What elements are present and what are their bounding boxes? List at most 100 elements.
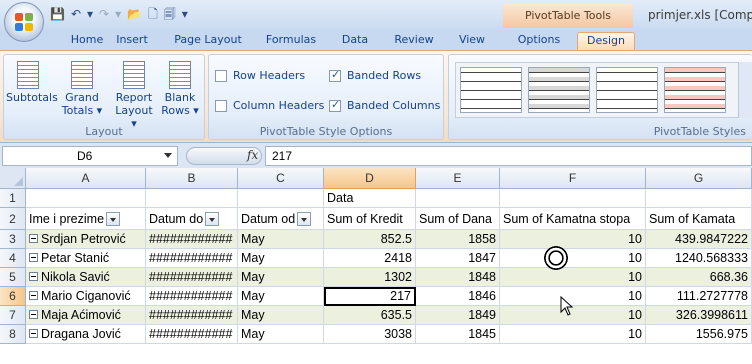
redo-icon[interactable]: ↷ bbox=[99, 6, 109, 22]
cell-f5[interactable]: 10 bbox=[500, 268, 646, 287]
cell-f3[interactable]: 10 bbox=[500, 230, 646, 249]
new-document-icon[interactable]: 🗋 bbox=[148, 6, 158, 22]
cell-d8[interactable]: 3038 bbox=[324, 325, 416, 344]
column-header-e[interactable]: E bbox=[416, 168, 500, 189]
header-datum-od[interactable]: Datum od bbox=[238, 208, 324, 230]
cell-b7[interactable]: ############ bbox=[146, 306, 238, 325]
insert-function-icon[interactable]: fx bbox=[247, 148, 258, 162]
cell-g4[interactable]: 1240.568333 bbox=[646, 249, 752, 268]
cell-b8[interactable]: ############ bbox=[146, 325, 238, 344]
column-header-g[interactable]: G bbox=[646, 168, 752, 189]
collapse-icon[interactable] bbox=[29, 310, 38, 319]
cell-e1[interactable] bbox=[416, 189, 500, 208]
cell-a5[interactable]: Nikola Savić bbox=[26, 268, 146, 287]
column-header-b[interactable]: B bbox=[146, 168, 238, 189]
header-sum-kamata[interactable]: Sum of Kamata bbox=[646, 208, 752, 230]
cell-f1[interactable] bbox=[500, 189, 646, 208]
row-header-5[interactable]: 5 bbox=[0, 268, 26, 287]
cell-g8[interactable]: 1556.975 bbox=[646, 325, 752, 344]
tab-review[interactable]: Review bbox=[386, 32, 442, 50]
banded-columns-checkbox[interactable] bbox=[329, 98, 341, 112]
column-headers-checkbox[interactable] bbox=[215, 99, 227, 112]
cell-a6[interactable]: Mario Ciganović bbox=[26, 287, 146, 306]
style-tile-1[interactable] bbox=[460, 67, 522, 113]
print-preview-icon[interactable]: 🗐 bbox=[164, 6, 176, 22]
collapse-icon[interactable] bbox=[29, 234, 38, 243]
formula-input[interactable]: 217 bbox=[265, 146, 752, 166]
cell-d3[interactable]: 852.5 bbox=[324, 230, 416, 249]
cell-d6[interactable]: 217 bbox=[324, 287, 416, 306]
report-layout-button[interactable]: Report Layout ▾ bbox=[112, 61, 156, 130]
cell-g5[interactable]: 668.36 bbox=[646, 268, 752, 287]
collapse-icon[interactable] bbox=[29, 329, 38, 338]
gallery-scroll[interactable] bbox=[738, 62, 752, 118]
collapse-icon[interactable] bbox=[29, 253, 38, 262]
cell-e5[interactable]: 1848 bbox=[416, 268, 500, 287]
style-tile-4[interactable] bbox=[664, 67, 726, 113]
cell-d5[interactable]: 1302 bbox=[324, 268, 416, 287]
tab-design[interactable]: Design bbox=[577, 32, 635, 50]
customize-qat-icon[interactable]: ▾ bbox=[182, 6, 188, 22]
row-header-8[interactable]: 8 bbox=[0, 325, 26, 344]
cell-c1[interactable] bbox=[238, 189, 324, 208]
row-header-3[interactable]: 3 bbox=[0, 230, 26, 249]
tab-options[interactable]: Options bbox=[508, 32, 570, 50]
row-header-4[interactable]: 4 bbox=[0, 249, 26, 268]
row-headers-checkbox[interactable] bbox=[215, 69, 227, 82]
save-icon[interactable]: 💾 bbox=[50, 6, 65, 22]
cell-a1[interactable] bbox=[26, 189, 146, 208]
cell-a8[interactable]: Dragana Jović bbox=[26, 325, 146, 344]
subtotals-button[interactable]: Subtotals bbox=[6, 61, 58, 104]
select-all-corner[interactable] bbox=[0, 168, 26, 189]
cell-c3[interactable]: May bbox=[238, 230, 324, 249]
banded-columns-option[interactable]: Banded Columns bbox=[329, 98, 440, 112]
open-folder-icon[interactable]: 📂 bbox=[127, 6, 142, 22]
row-headers-option[interactable]: Row Headers bbox=[215, 69, 305, 82]
cell-c6[interactable]: May bbox=[238, 287, 324, 306]
header-datum-do[interactable]: Datum do bbox=[146, 208, 238, 230]
banded-rows-checkbox[interactable] bbox=[329, 68, 341, 82]
row-header-7[interactable]: 7 bbox=[0, 306, 26, 325]
collapse-icon[interactable] bbox=[29, 291, 38, 300]
cell-c4[interactable]: May bbox=[238, 249, 324, 268]
cell-d4[interactable]: 2418 bbox=[324, 249, 416, 268]
cell-a3[interactable]: Srdjan Petrović bbox=[26, 230, 146, 249]
cell-e3[interactable]: 1858 bbox=[416, 230, 500, 249]
filter-dropdown-icon[interactable] bbox=[205, 212, 220, 226]
banded-rows-option[interactable]: Banded Rows bbox=[329, 68, 421, 82]
cell-e4[interactable]: 1847 bbox=[416, 249, 500, 268]
cell-c5[interactable]: May bbox=[238, 268, 324, 287]
row-header-2[interactable]: 2 bbox=[0, 208, 26, 230]
name-box-dropdown-icon[interactable] bbox=[164, 153, 172, 158]
filter-dropdown-icon[interactable] bbox=[297, 212, 312, 226]
name-box[interactable]: D6 bbox=[2, 146, 178, 166]
tab-insert[interactable]: Insert bbox=[108, 32, 156, 50]
cell-d7[interactable]: 635.5 bbox=[324, 306, 416, 325]
column-header-a[interactable]: A bbox=[26, 168, 146, 189]
row-header-6[interactable]: 6 bbox=[0, 287, 26, 306]
style-tile-3[interactable] bbox=[596, 67, 658, 113]
column-header-f[interactable]: F bbox=[500, 168, 646, 189]
cell-b5[interactable]: ############ bbox=[146, 268, 238, 287]
cell-a4[interactable]: Petar Stanić bbox=[26, 249, 146, 268]
header-sum-kredit[interactable]: Sum of Kredit bbox=[324, 208, 416, 230]
column-header-c[interactable]: C bbox=[238, 168, 324, 189]
row-header-1[interactable]: 1 bbox=[0, 189, 26, 208]
cell-g7[interactable]: 326.3998611 bbox=[646, 306, 752, 325]
cell-e6[interactable]: 1846 bbox=[416, 287, 500, 306]
cell-b6[interactable]: ############ bbox=[146, 287, 238, 306]
office-button[interactable] bbox=[4, 2, 44, 42]
filter-dropdown-icon[interactable] bbox=[106, 212, 121, 226]
header-ime-i-prezime[interactable]: Ime i prezime bbox=[26, 208, 146, 230]
cell-e7[interactable]: 1849 bbox=[416, 306, 500, 325]
cell-b1[interactable] bbox=[146, 189, 238, 208]
undo-dropdown-icon[interactable]: ▾ bbox=[87, 6, 93, 22]
style-tile-2[interactable] bbox=[528, 67, 590, 113]
cell-b4[interactable]: ############ bbox=[146, 249, 238, 268]
cell-g3[interactable]: 439.9847222 bbox=[646, 230, 752, 249]
tab-data[interactable]: Data bbox=[334, 32, 376, 50]
cell-d1[interactable]: Data bbox=[324, 189, 416, 208]
cell-c7[interactable]: May bbox=[238, 306, 324, 325]
column-headers-option[interactable]: Column Headers bbox=[215, 99, 324, 112]
tab-formulas[interactable]: Formulas bbox=[258, 32, 324, 50]
